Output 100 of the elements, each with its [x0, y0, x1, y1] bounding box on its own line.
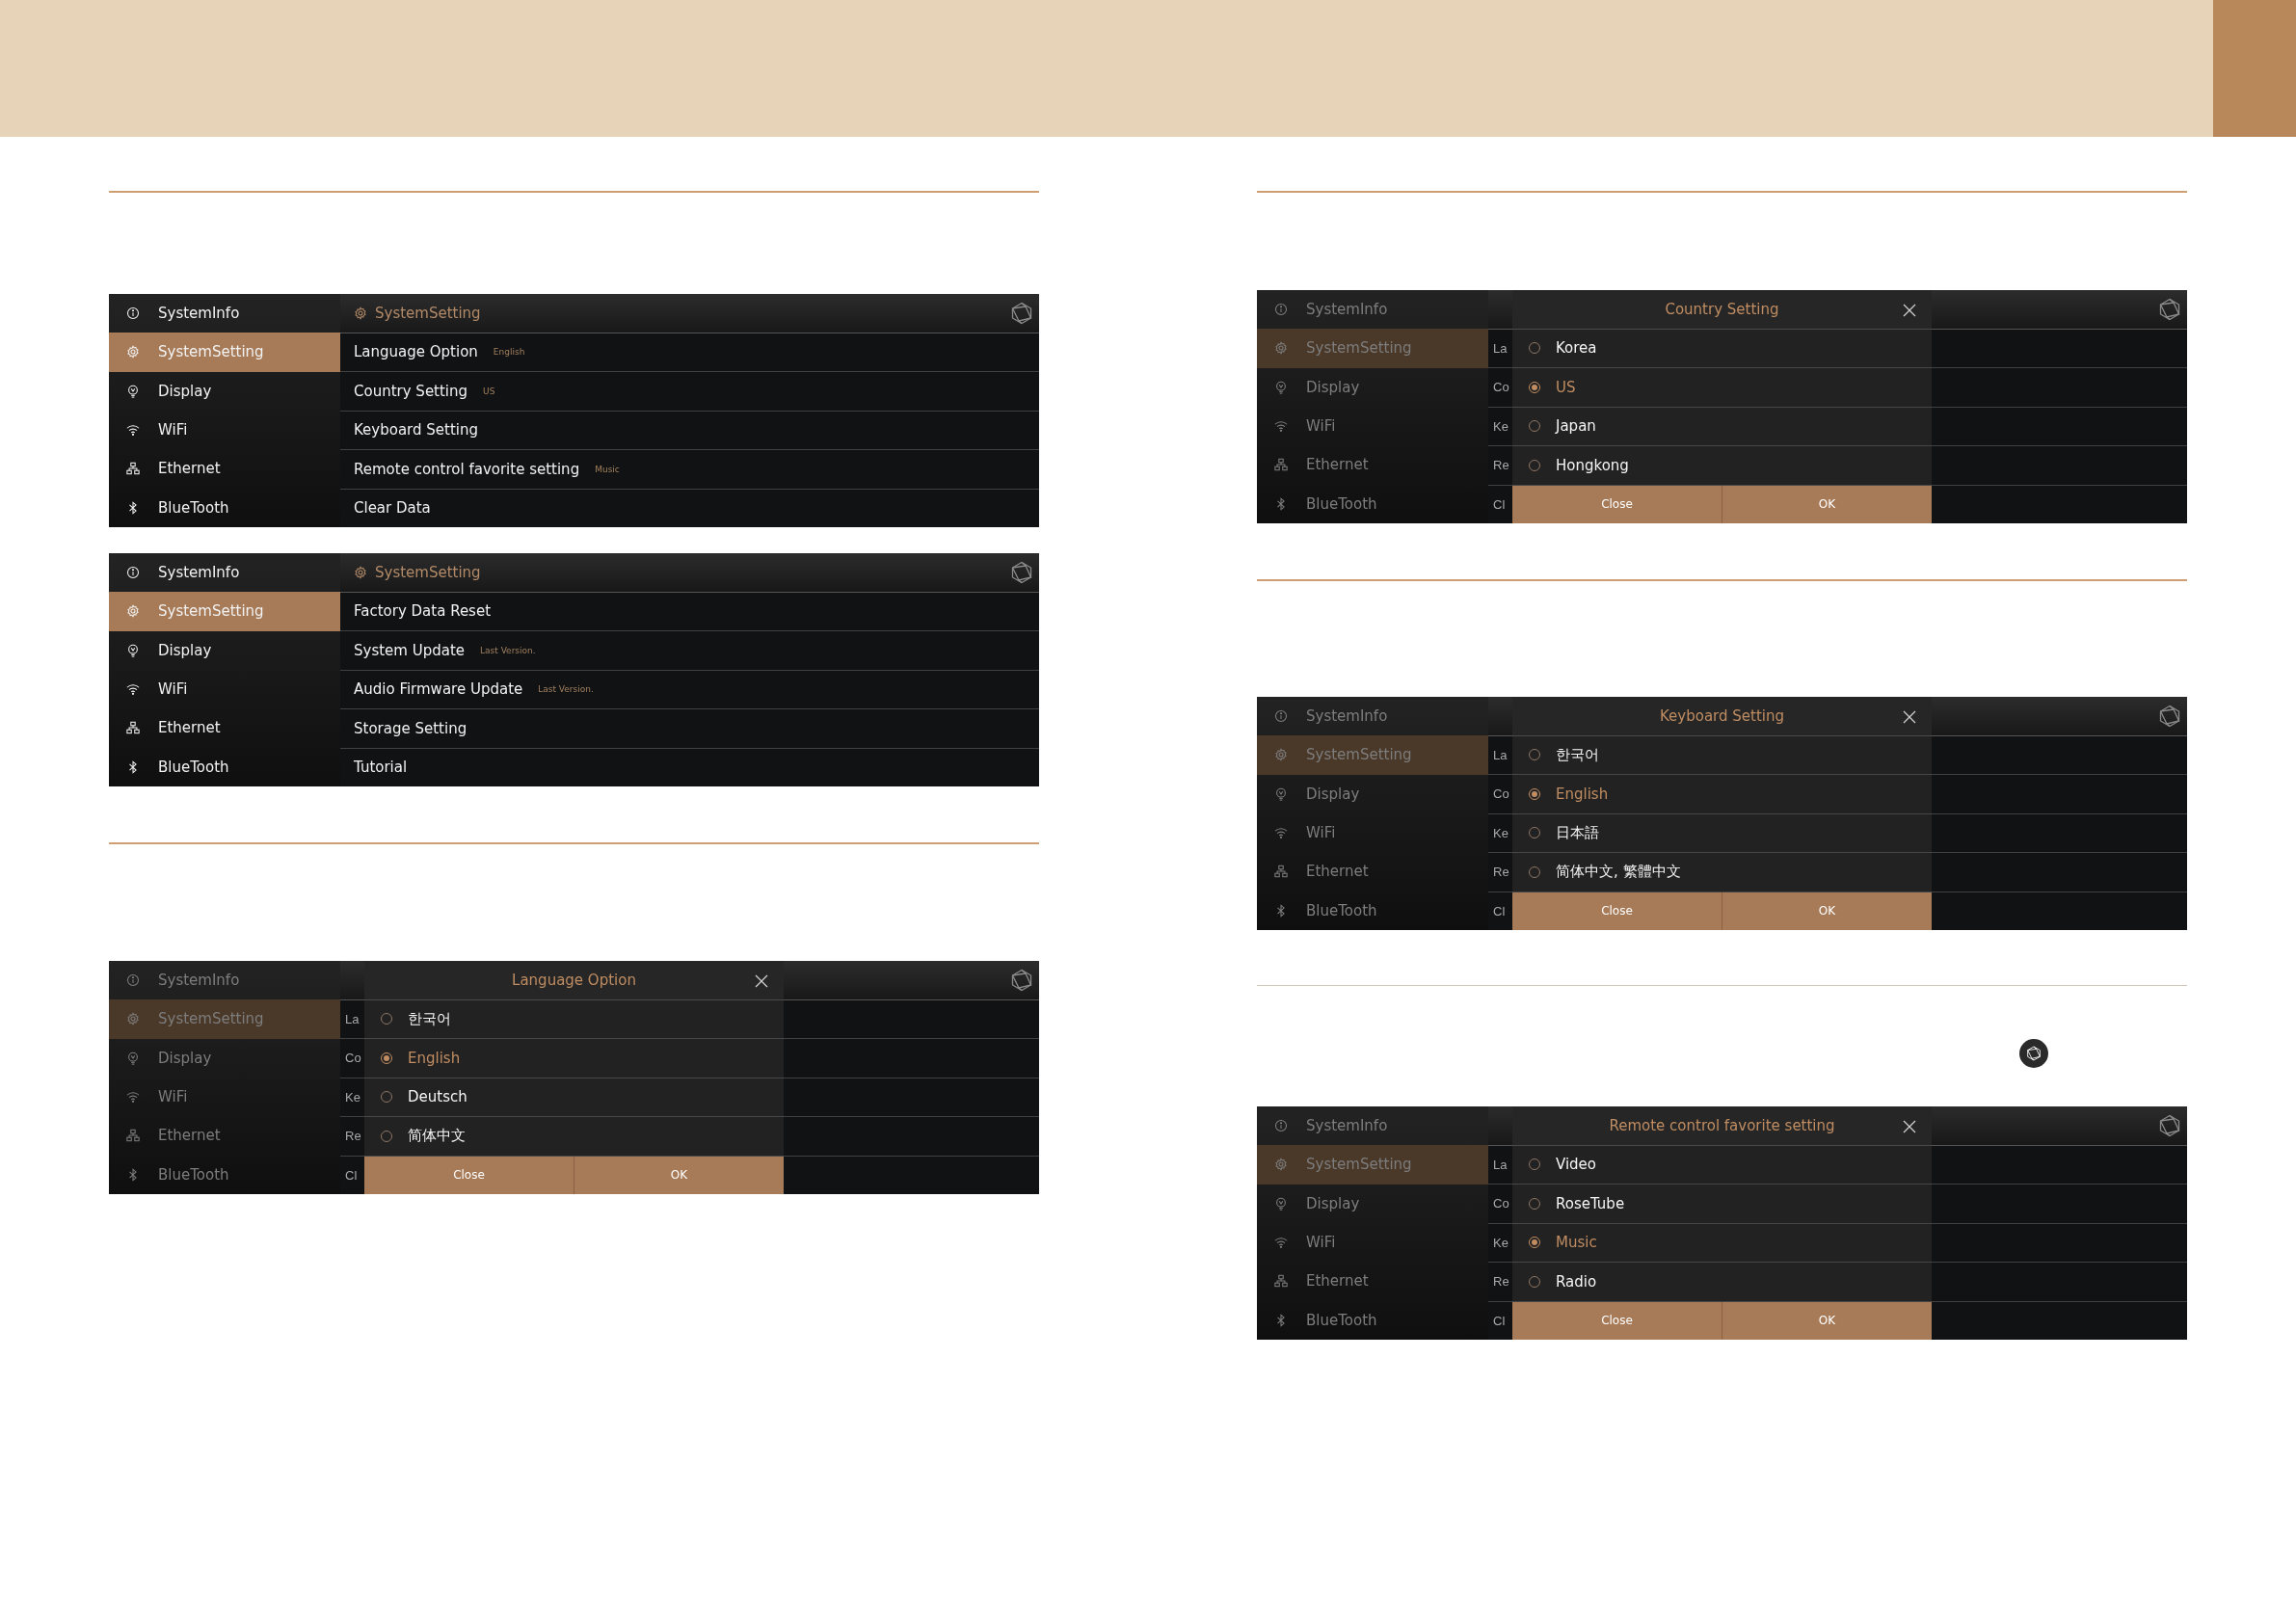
sidebar-item[interactable]: BlueTooth: [109, 747, 340, 786]
sidebar-item[interactable]: WiFi: [1257, 813, 1488, 853]
option-row[interactable]: 한국어: [1512, 735, 1932, 775]
sidebar-label: SystemSetting: [1306, 746, 1412, 764]
wifi-icon: [1274, 419, 1288, 434]
setting-label: Audio Firmware Update: [354, 680, 523, 699]
sidebar-item[interactable]: Display: [1257, 367, 1488, 407]
option-label: Music: [1556, 1234, 1597, 1252]
option-row[interactable]: Video: [1512, 1145, 1932, 1185]
sidebar-item[interactable]: SystemInfo: [1257, 697, 1488, 736]
setting-row[interactable]: Clear Data: [340, 489, 1039, 527]
logo-icon[interactable]: [1010, 969, 1033, 992]
option-row[interactable]: Japan: [1512, 407, 1932, 446]
logo-icon[interactable]: [1010, 302, 1033, 325]
sidebar-item[interactable]: SystemInfo: [109, 553, 340, 593]
sidebar-item[interactable]: SystemInfo: [1257, 1106, 1488, 1146]
sidebar-item[interactable]: SystemSetting: [109, 333, 340, 372]
sidebar-item[interactable]: WiFi: [1257, 407, 1488, 446]
sidebar-item[interactable]: Ethernet: [1257, 852, 1488, 892]
sidebar-item[interactable]: WiFi: [109, 1078, 340, 1117]
option-row[interactable]: 한국어: [364, 999, 784, 1039]
sidebar-label: Display: [158, 1049, 212, 1067]
setting-row[interactable]: Language Option English: [340, 333, 1039, 372]
close-icon[interactable]: [1903, 709, 1916, 723]
sidebar-item[interactable]: Display: [1257, 1184, 1488, 1223]
option-label: Video: [1556, 1156, 1597, 1174]
option-row[interactable]: 简体中文: [364, 1117, 784, 1157]
option-row[interactable]: RoseTube: [1512, 1185, 1932, 1224]
option-row[interactable]: 日本語: [1512, 813, 1932, 853]
option-row[interactable]: Music: [1512, 1223, 1932, 1263]
option-label: English: [1556, 785, 1609, 803]
network-icon: [1274, 458, 1288, 472]
option-row[interactable]: Deutsch: [364, 1078, 784, 1117]
setting-label: Language Option: [354, 343, 478, 361]
sidebar-label: WiFi: [158, 1088, 188, 1106]
sidebar-item[interactable]: WiFi: [109, 670, 340, 709]
option-label: 한국어: [1556, 745, 1599, 764]
sidebar-item[interactable]: WiFi: [109, 411, 340, 450]
sidebar-item[interactable]: Ethernet: [1257, 1262, 1488, 1301]
sidebar-item[interactable]: WiFi: [1257, 1223, 1488, 1263]
sidebar-label: Ethernet: [158, 460, 221, 478]
setting-row[interactable]: Factory Data Reset: [340, 592, 1039, 631]
option-label: RoseTube: [1556, 1194, 1625, 1212]
network-icon: [1274, 865, 1288, 879]
setting-label: Factory Data Reset: [354, 602, 492, 621]
sidebar-label: Display: [158, 641, 212, 659]
bluetooth-icon: [126, 500, 140, 515]
setting-row[interactable]: Audio Firmware Update Last Version.: [340, 670, 1039, 709]
sidebar-item[interactable]: SystemInfo: [109, 294, 340, 333]
setting-label: Co: [1493, 1196, 1509, 1211]
lightbulb-icon: [1274, 1196, 1288, 1211]
lightbulb-icon: [126, 1051, 140, 1065]
setting-row[interactable]: Storage Setting: [340, 709, 1039, 749]
logo-icon[interactable]: [2158, 1114, 2181, 1137]
option-row[interactable]: Radio: [1512, 1263, 1932, 1302]
logo-icon[interactable]: [2158, 298, 2181, 321]
setting-label: La: [1493, 1157, 1508, 1172]
close-icon[interactable]: [1903, 303, 1916, 316]
option-row[interactable]: US: [1512, 368, 1932, 408]
option-row[interactable]: 简体中文, 繁體中文: [1512, 853, 1932, 892]
logo-icon[interactable]: [2158, 705, 2181, 728]
sidebar-item[interactable]: Display: [109, 630, 340, 670]
setting-label: Remote control favorite setting: [354, 460, 580, 478]
setting-row[interactable]: System Update Last Version.: [340, 631, 1039, 671]
sidebar-item[interactable]: SystemInfo: [1257, 290, 1488, 330]
setting-label: Ke: [345, 1089, 360, 1105]
bluetooth-icon: [126, 759, 140, 774]
setting-row[interactable]: Country Setting US: [340, 372, 1039, 412]
setting-row[interactable]: Tutorial: [340, 748, 1039, 786]
setting-value: English: [493, 347, 525, 358]
close-icon[interactable]: [755, 973, 768, 987]
sidebar-item[interactable]: SystemInfo: [109, 961, 340, 1000]
option-row[interactable]: English: [1512, 775, 1932, 814]
sidebar-item[interactable]: Display: [109, 1038, 340, 1078]
sidebar-item[interactable]: BlueTooth: [1257, 1300, 1488, 1340]
option-row[interactable]: English: [364, 1039, 784, 1078]
sidebar-item[interactable]: Ethernet: [109, 708, 340, 748]
sidebar-item[interactable]: BlueTooth: [1257, 484, 1488, 523]
option-label: Deutsch: [408, 1088, 467, 1106]
option-row[interactable]: Hongkong: [1512, 446, 1932, 486]
sidebar-label: BlueTooth: [1306, 1311, 1377, 1329]
close-icon[interactable]: [1903, 1119, 1916, 1132]
sidebar-item[interactable]: Ethernet: [109, 1116, 340, 1156]
sidebar-item[interactable]: BlueTooth: [1257, 891, 1488, 930]
sidebar-item[interactable]: Display: [1257, 774, 1488, 813]
option-row[interactable]: Korea: [1512, 329, 1932, 368]
logo-icon[interactable]: [1010, 561, 1033, 584]
sidebar-label: SystemSetting: [1306, 1156, 1412, 1174]
setting-row[interactable]: Keyboard Setting: [340, 411, 1039, 450]
sidebar-item[interactable]: Display: [109, 371, 340, 411]
wifi-icon: [1274, 1236, 1288, 1250]
sidebar-item[interactable]: BlueTooth: [109, 1155, 340, 1194]
sidebar-label: Display: [1306, 378, 1360, 396]
sidebar-item[interactable]: SystemSetting: [109, 592, 340, 631]
sidebar-item[interactable]: Ethernet: [1257, 445, 1488, 485]
sidebar-label: BlueTooth: [1306, 901, 1377, 919]
sidebar-item[interactable]: Ethernet: [109, 449, 340, 489]
sidebar-item[interactable]: BlueTooth: [109, 488, 340, 527]
settings-icon: [354, 565, 367, 579]
setting-row[interactable]: Remote control favorite setting Music: [340, 450, 1039, 490]
